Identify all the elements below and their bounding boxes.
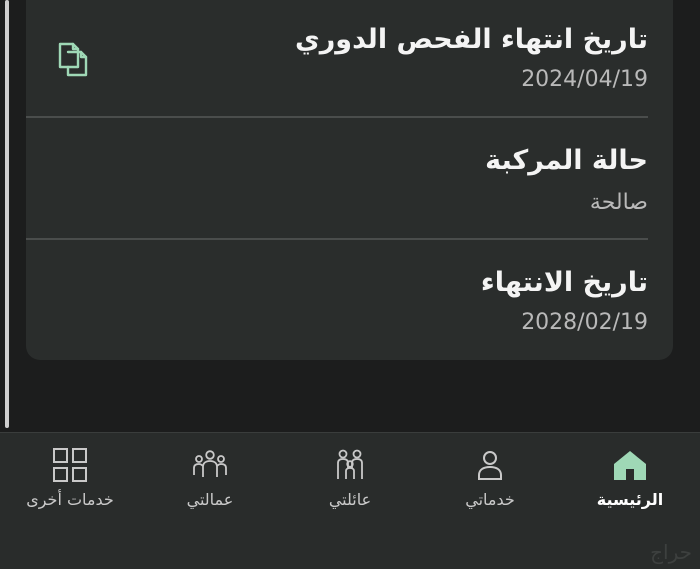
home-icon — [612, 447, 648, 483]
copy-icon[interactable] — [56, 40, 90, 78]
nav-item-my-services[interactable]: خدماتي — [420, 433, 560, 533]
detail-row-title: تاريخ انتهاء الفحص الدوري — [295, 24, 648, 55]
nav-item-my-workers[interactable]: عمالتي — [140, 433, 280, 533]
detail-row-expiry-date: تاريخ الانتهاء 2028/02/19 — [26, 240, 673, 360]
scrollbar[interactable] — [5, 0, 9, 428]
nav-item-home[interactable]: الرئيسية — [560, 433, 700, 533]
workers-icon — [192, 447, 228, 483]
nav-label: عمالتي — [186, 490, 234, 509]
watermark-logo: حراج — [650, 540, 692, 564]
person-icon — [472, 447, 508, 483]
family-icon — [332, 447, 368, 483]
detail-row-title: تاريخ الانتهاء — [480, 267, 648, 298]
nav-item-my-family[interactable]: عائلتي — [280, 433, 420, 533]
detail-row-value: صالحة — [589, 190, 648, 215]
detail-row-title: حالة المركبة — [485, 145, 648, 176]
detail-row-inspection-expiry: تاريخ انتهاء الفحص الدوري 2024/04/19 — [26, 0, 673, 117]
bottom-navigation: الرئيسية خدماتي عائلتي عمالتي خدمات أخرى… — [0, 432, 700, 569]
nav-label: خدمات أخرى — [26, 490, 114, 509]
detail-row-vehicle-status: حالة المركبة صالحة — [26, 118, 673, 238]
nav-label: الرئيسية — [596, 490, 664, 509]
screen: تاريخ انتهاء الفحص الدوري 2024/04/19 حال… — [0, 0, 700, 569]
vehicle-details-card: تاريخ انتهاء الفحص الدوري 2024/04/19 حال… — [26, 0, 673, 360]
grid-icon — [52, 447, 88, 483]
nav-label: عائلتي — [328, 490, 372, 509]
detail-row-value: 2028/02/19 — [521, 310, 648, 335]
nav-item-other-services[interactable]: خدمات أخرى — [0, 433, 140, 533]
detail-row-value: 2024/04/19 — [521, 67, 648, 92]
nav-label: خدماتي — [465, 490, 515, 509]
